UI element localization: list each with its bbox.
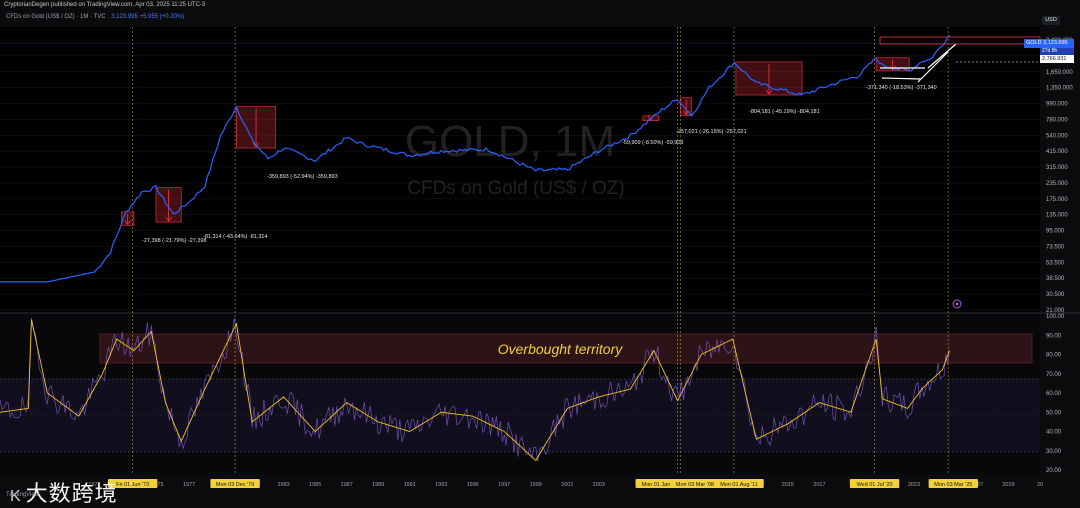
time-tick-label: 1997 <box>498 482 510 488</box>
time-highlight-label-1: Fri 01 Jun '73 <box>116 482 149 488</box>
rsi-tick-label: 40.00 <box>1046 430 1062 436</box>
time-tick-label: 1999 <box>530 482 542 488</box>
time-tick-label: 1989 <box>372 482 384 488</box>
price-tick-label: 30.500 <box>1046 292 1065 298</box>
rsi-axis[interactable]: 100.00 90.00 80.00 70.00 60.00 50.00 40.00 30.0… <box>1046 314 1065 474</box>
rsi-tick-label: 50.00 <box>1046 410 1062 416</box>
price-tick-label: 175.000 <box>1046 197 1068 203</box>
price-tick-label: 415.000 <box>1046 149 1068 155</box>
time-tick-label: 2017 <box>813 482 825 488</box>
time-tick-label: 2001 <box>561 482 573 488</box>
drawdown-label-3: -359,893 (-52.94%) -359,893 <box>267 174 338 180</box>
time-tick-label: 20 <box>1037 482 1043 488</box>
rsi-tick-label: 70.00 <box>1046 372 1062 378</box>
time-highlight-label-2: Mon 03 Dec '79 <box>216 482 254 488</box>
drawdown-label-1: -27,398 (-21.79%) -27,398 <box>142 238 207 244</box>
price-tick-label: 235.000 <box>1046 181 1068 187</box>
chart-canvas[interactable]: GOLD, 1M CFDs on Gold (US$ / OZ) Overbou… <box>0 0 1080 507</box>
rsi-tick-label: 80.00 <box>1046 353 1062 359</box>
bar-countdown-badge: 27d 8h <box>1040 48 1074 55</box>
rsi-tick-label: 60.00 <box>1046 391 1062 397</box>
time-tick-label: 2003 <box>593 482 605 488</box>
price-axis[interactable]: 3,430.0002,790.0001,650.0001,350.000990.… <box>1046 38 1073 314</box>
rsi-tick-label: 90.00 <box>1046 333 1062 339</box>
price-tick-label: 53.500 <box>1046 260 1065 266</box>
price-badge-symbol: GOLD <box>1026 40 1042 46</box>
brand-name: 大数跨境 <box>25 481 118 506</box>
price-tick-label: 780.000 <box>1046 117 1068 123</box>
time-tick-label: 1983 <box>278 482 290 488</box>
drawdown-label-7: -371,340 (-18.53%) -371,340 <box>866 85 937 91</box>
time-tick-label: 1985 <box>309 482 321 488</box>
time-axis[interactable]: 1971 1975 1977 1983 1985 1987 1989 1991 1993 1995… <box>88 479 1043 488</box>
time-highlight-label-5: Mon 01 Aug '11 <box>720 482 758 488</box>
price-tick-label: 135.000 <box>1046 213 1068 219</box>
time-highlight-label-4: Mon 03 Mar '08 <box>676 482 714 488</box>
rsi-tick-label: 100.00 <box>1046 314 1065 320</box>
price-tick-label: 990.000 <box>1046 102 1068 108</box>
price-tick-label: 540.000 <box>1046 133 1068 139</box>
drawdown-label-5: -257,021 (-26.15%) -257,021 <box>676 129 747 135</box>
time-tick-label: 1993 <box>435 482 447 488</box>
drawdown-label-6: -804,181 (-45.19%) -804,181 <box>749 109 820 115</box>
price-tick-label: 315.000 <box>1046 165 1068 171</box>
time-highlight-label-6: Wed 01 Jul '20 <box>856 482 892 488</box>
price-badge-value: 3,123.995 <box>1043 40 1068 46</box>
rsi-tick-label: 30.00 <box>1046 449 1062 455</box>
time-highlight-label-7: Mon 03 Mar '25 <box>934 482 972 488</box>
price-tick-label: 38.500 <box>1046 276 1065 282</box>
price-tick-label: 1,350.000 <box>1046 86 1073 92</box>
time-tick-label: 2029 <box>1002 482 1014 488</box>
drawdown-label-4: -59,909 (-8.50%) -59,909 <box>622 140 683 146</box>
watermark-description: CFDs on Gold (US$ / OZ) <box>407 178 625 199</box>
time-tick-label: 1991 <box>404 482 416 488</box>
drawdown-label-2: -81,314 (-43.64%) -81,314 <box>203 234 268 240</box>
current-price-badge: GOLD 3,123.995 <box>1024 39 1074 48</box>
time-tick-label: 2015 <box>782 482 794 488</box>
price-tick-label: 73.500 <box>1046 244 1065 250</box>
time-tick-label: 1995 <box>467 482 479 488</box>
tradingview-logo: TradingView <box>6 492 40 498</box>
price-tick-label: 95.000 <box>1046 229 1065 235</box>
time-tick-label: 2023 <box>908 482 920 488</box>
price-tick-label: 1,650.000 <box>1046 70 1073 76</box>
overbought-label: Overbought territory <box>498 341 623 357</box>
rsi-tick-label: 20.00 <box>1046 468 1062 474</box>
time-tick-label: 1987 <box>341 482 353 488</box>
level-badge: 2,766.931 <box>1040 55 1074 63</box>
currency-badge[interactable]: USD <box>1042 16 1060 25</box>
time-tick-label: 1977 <box>183 482 195 488</box>
